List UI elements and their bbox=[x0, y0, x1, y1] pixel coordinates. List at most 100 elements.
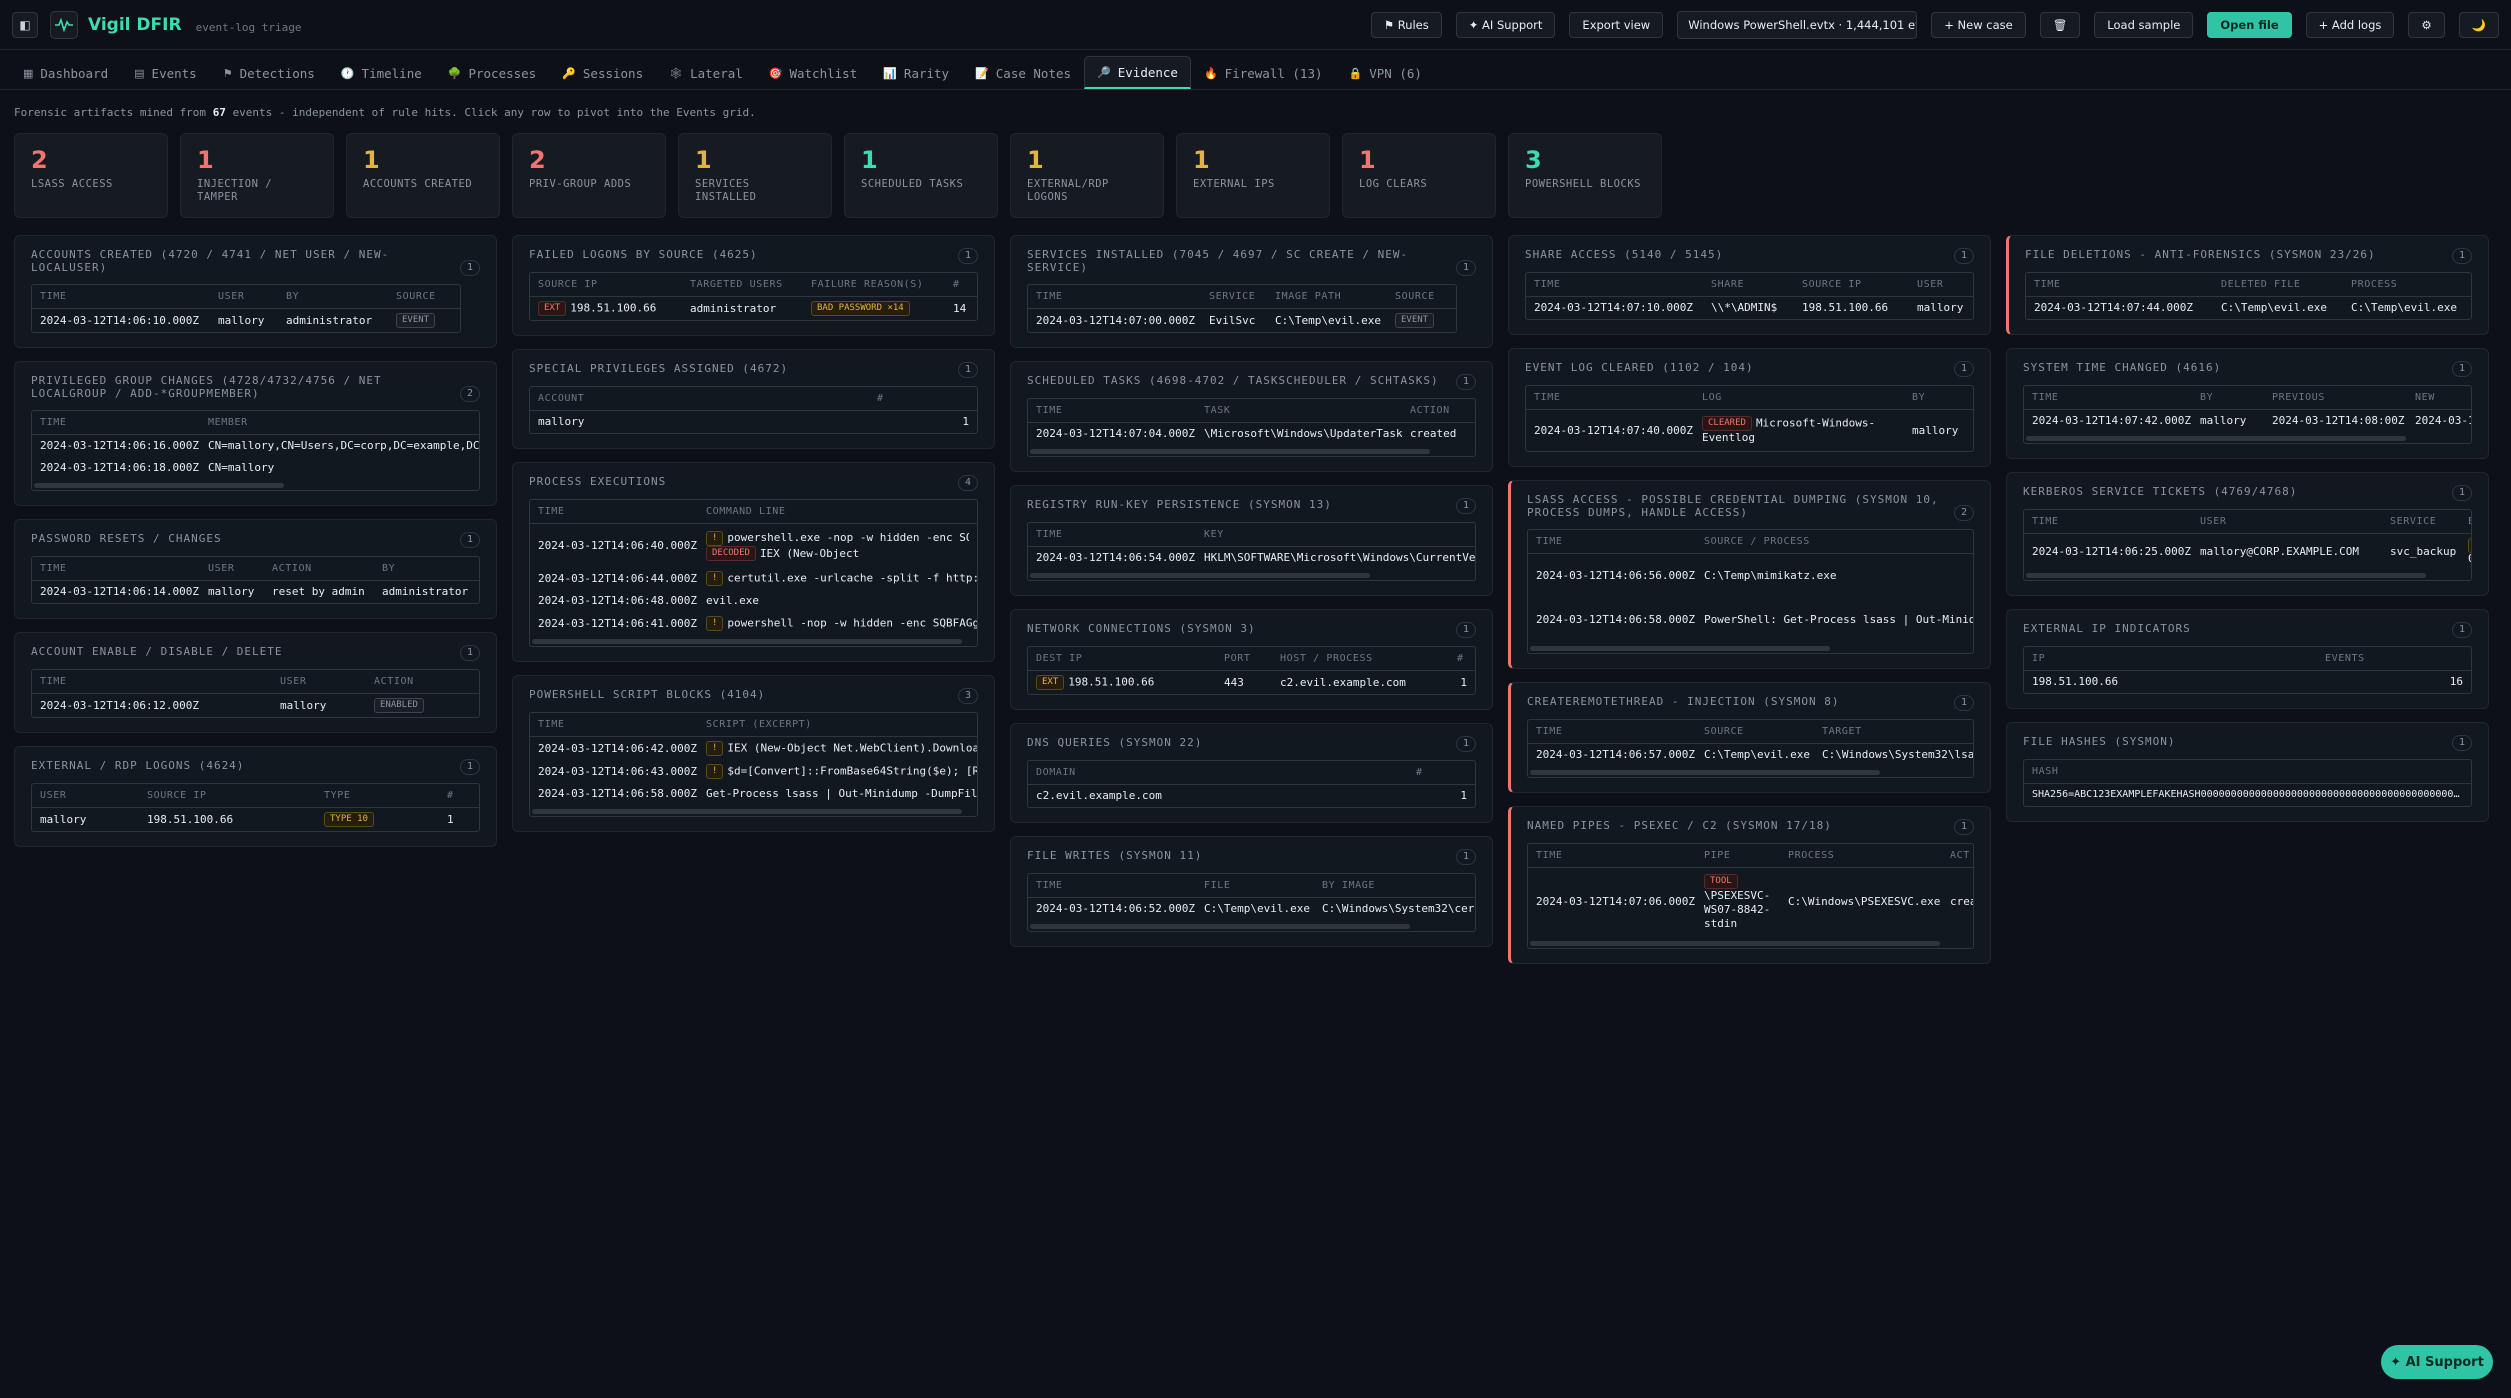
table-row[interactable]: 198.51.100.66 16 bbox=[2024, 671, 2471, 694]
export-view-button[interactable]: Export view bbox=[1569, 11, 1664, 38]
warning-badge: ! bbox=[706, 764, 724, 779]
tab-label: Rarity bbox=[903, 65, 950, 81]
horizontal-scrollbar[interactable] bbox=[1030, 924, 1410, 929]
log-file-select[interactable]: Windows PowerShell.evtx · 1,444,101 ev▾ bbox=[1677, 10, 1918, 39]
tab-sessions[interactable]: 🔑 Sessions bbox=[549, 56, 656, 89]
stat-card[interactable]: 1 EXTERNAL/RDP LOGONS bbox=[1010, 133, 1164, 218]
table-row[interactable]: 2024-03-12T14:06:57.000Z C:\Temp\evil.exe… bbox=[1528, 743, 1973, 766]
ai-support-button[interactable]: ✦ AI Support bbox=[1455, 11, 1556, 38]
horizontal-scrollbar[interactable] bbox=[532, 809, 962, 814]
horizontal-scrollbar[interactable] bbox=[1530, 645, 1830, 651]
column-header: BY bbox=[278, 285, 388, 309]
card-title: SERVICES INSTALLED (7045 / 4697 / SC CRE… bbox=[1027, 248, 1409, 274]
table-row[interactable]: 2024-03-12T14:07:06.000Z TOOL \PSEXESVC-WS… bbox=[1528, 867, 1973, 937]
table-row[interactable]: 2024-03-12T14:07:44.000Z C:\Temp\evil.exe… bbox=[2026, 297, 2471, 320]
gear-icon[interactable]: ⚙ bbox=[2408, 11, 2445, 38]
table-row[interactable]: 2024-03-12T14:06:48.000Z evil.exe bbox=[530, 590, 977, 612]
table-row[interactable]: c2.evil.example.com 1 bbox=[1028, 785, 1475, 808]
logon-type-badge: TYPE 10 bbox=[324, 812, 374, 827]
table-row[interactable]: SHA256=ABC123EXAMPLEFAKEHASH000000000000… bbox=[2024, 784, 2471, 807]
table-row[interactable]: mallory 1 bbox=[530, 411, 977, 434]
table-row[interactable]: 2024-03-12T14:06:12.000Z mallory ENABLED bbox=[32, 694, 479, 718]
table-row[interactable]: 2024-03-12T14:07:10.000Z \\*\ADMIN$ 198.51… bbox=[1526, 297, 1973, 320]
load-sample-button[interactable]: Load sample bbox=[2094, 11, 2194, 38]
table-row[interactable]: EXT 198.51.100.66 administrator BAD PASSWOR… bbox=[530, 297, 977, 321]
horizontal-scrollbar[interactable] bbox=[1030, 573, 1370, 578]
tab-rarity[interactable]: 📊 Rarity bbox=[870, 56, 962, 89]
table-row[interactable]: 2024-03-12T14:07:42.000Z mallory 2024-03-1… bbox=[2024, 410, 2471, 433]
table-row[interactable]: 2024-03-12T14:07:04.000Z \Microsoft\Windo… bbox=[1028, 423, 1475, 446]
table-row[interactable]: 2024-03-12T14:06:43.000Z! $d=[Convert]::F… bbox=[530, 760, 977, 783]
table-row[interactable]: 2024-03-12T14:06:42.000Z! IEX (New-Object… bbox=[530, 737, 977, 761]
table-row[interactable]: 2024-03-12T14:06:16.000Z CN=mallory,CN=Us… bbox=[32, 435, 479, 458]
table-row[interactable]: mallory 198.51.100.66 TYPE 10 1 bbox=[32, 808, 479, 832]
sidebar-toggle-button[interactable]: ◧ bbox=[12, 11, 38, 38]
table-row[interactable]: 2024-03-12T14:06:44.000Z! certutil.exe -u… bbox=[530, 567, 977, 590]
table-row[interactable]: 2024-03-12T14:06:54.000Z HKLM\SOFTWARE\Mi… bbox=[1028, 547, 1475, 570]
stat-card[interactable]: 1 SCHEDULED TASKS bbox=[844, 133, 998, 218]
stat-card[interactable]: 2 LSASS ACCESS bbox=[14, 133, 168, 218]
table-row[interactable]: 2024-03-12T14:07:40.000Z CLEARED Microsoft… bbox=[1526, 410, 1973, 452]
card-title: EXTERNAL IP INDICATORS bbox=[2023, 622, 2191, 635]
theme-toggle-icon[interactable]: 🌙 bbox=[2458, 11, 2499, 38]
stat-card[interactable]: 1 SERVICES INSTALLED bbox=[678, 133, 832, 218]
table-row[interactable]: 2024-03-12T14:06:14.000Z mallory reset by … bbox=[32, 581, 479, 604]
table-row[interactable]: 2024-03-12T14:06:40.000Z! powershell.exe … bbox=[530, 524, 977, 568]
table-row[interactable]: 2024-03-12T14:07:00.000Z EvilSvc C:\Temp\e… bbox=[1028, 309, 1456, 333]
horizontal-scrollbar[interactable] bbox=[1530, 940, 1940, 946]
horizontal-scrollbar[interactable] bbox=[1030, 449, 1430, 454]
card-count: 1 bbox=[1455, 622, 1476, 638]
tab-evidence[interactable]: 🔎 Evidence bbox=[1084, 56, 1191, 89]
table-row[interactable]: 2024-03-12T14:06:58.000Z Get-Process lsas… bbox=[530, 783, 977, 805]
table-row[interactable]: 2024-03-12T14:06:18.000Z CN=mallory bbox=[32, 457, 479, 479]
stat-value: 1 bbox=[1193, 146, 1210, 174]
horizontal-scrollbar[interactable] bbox=[1530, 769, 1880, 775]
file-writes-card: FILE WRITES (SYSMON 11) 1 TIME FILE BY IMAG… bbox=[1010, 836, 1493, 947]
command-line-cell: powershell.exe -nop -w hidden -enc SQBFA… bbox=[727, 531, 969, 544]
warning-badge: ! bbox=[706, 741, 724, 756]
tab-processes[interactable]: 🌳 Processes bbox=[435, 56, 549, 89]
stat-card[interactable]: 1 INJECTION / TAMPER bbox=[180, 133, 334, 218]
column-header: IMAGE PATH bbox=[1267, 285, 1387, 309]
network-connections-card: NETWORK CONNECTIONS (SYSMON 3) 1 DEST IP P… bbox=[1010, 609, 1493, 710]
column-header: SOURCE bbox=[388, 285, 460, 309]
card-title: PASSWORD RESETS / CHANGES bbox=[31, 532, 222, 545]
card-title: SHARE ACCESS (5140 / 5145) bbox=[1525, 248, 1724, 261]
tab-firewall-13[interactable]: 🔥 Firewall (13) bbox=[1191, 56, 1336, 89]
table-row[interactable]: 2024-03-12T14:06:10.000Z mallory administr… bbox=[32, 309, 460, 333]
table-row[interactable]: 2024-03-12T14:06:56.000Z C:\Temp\mimikatz… bbox=[1528, 554, 1973, 598]
table-row[interactable]: 2024-03-12T14:06:25.000Z mallory@CORP.EXA… bbox=[2024, 534, 2471, 570]
stat-card[interactable]: 1 LOG CLEARS bbox=[1342, 133, 1496, 218]
tab-detections[interactable]: ⚑ Detections bbox=[210, 56, 328, 89]
horizontal-scrollbar[interactable] bbox=[34, 483, 284, 488]
table-row[interactable]: EXT 198.51.100.66 443 c2.evil.example.com 1 bbox=[1028, 671, 1475, 695]
stat-card[interactable]: 1 EXTERNAL IPS bbox=[1176, 133, 1330, 218]
stat-card[interactable]: 1 ACCOUNTS CREATED bbox=[346, 133, 500, 218]
horizontal-scrollbar[interactable] bbox=[2026, 436, 2406, 441]
table-row[interactable]: 2024-03-12T14:06:52.000Z C:\Temp\evil.exe… bbox=[1028, 898, 1475, 921]
new-case-button[interactable]: + New case bbox=[1931, 11, 2026, 38]
tab-icon: 🕐 bbox=[340, 66, 355, 80]
time-cell: 2024-03-12T14:06:58.000Z bbox=[538, 787, 697, 800]
ai-support-floating-button[interactable]: ✦ AI Support bbox=[2381, 1345, 2493, 1379]
add-logs-button[interactable]: + Add logs bbox=[2305, 11, 2395, 38]
count-cell: 1 bbox=[962, 415, 969, 428]
horizontal-scrollbar[interactable] bbox=[532, 639, 962, 644]
horizontal-scrollbar[interactable] bbox=[2026, 573, 2426, 578]
table-row[interactable]: 2024-03-12T14:06:58.000Z PowerShell: Get-… bbox=[1528, 598, 1973, 642]
tab-lateral[interactable]: 🕸 Lateral bbox=[656, 56, 756, 89]
tab-timeline[interactable]: 🕐 Timeline bbox=[328, 56, 435, 89]
table-row[interactable]: 2024-03-12T14:06:41.000Z! powershell -nop… bbox=[530, 612, 977, 635]
tab-vpn-6[interactable]: 🔒 VPN (6) bbox=[1336, 56, 1435, 89]
tab-case-notes[interactable]: 📝 Case Notes bbox=[962, 56, 1084, 89]
tab-dashboard[interactable]: ▦ Dashboard bbox=[10, 56, 121, 89]
card-title: POWERSHELL SCRIPT BLOCKS (4104) bbox=[529, 688, 766, 701]
stat-card[interactable]: 2 PRIV-GROUP ADDS bbox=[512, 133, 666, 218]
rules-button[interactable]: ⚑ Rules bbox=[1370, 11, 1442, 38]
tab-events[interactable]: ▤ Events bbox=[121, 56, 210, 89]
open-file-button[interactable]: Open file bbox=[2207, 11, 2292, 38]
trash-icon[interactable]: 🗑 bbox=[2039, 11, 2081, 38]
stat-card[interactable]: 3 POWERSHELL BLOCKS bbox=[1508, 133, 1662, 218]
tab-watchlist[interactable]: 🎯 Watchlist bbox=[756, 56, 870, 89]
service-cell: EvilSvc bbox=[1209, 313, 1256, 327]
